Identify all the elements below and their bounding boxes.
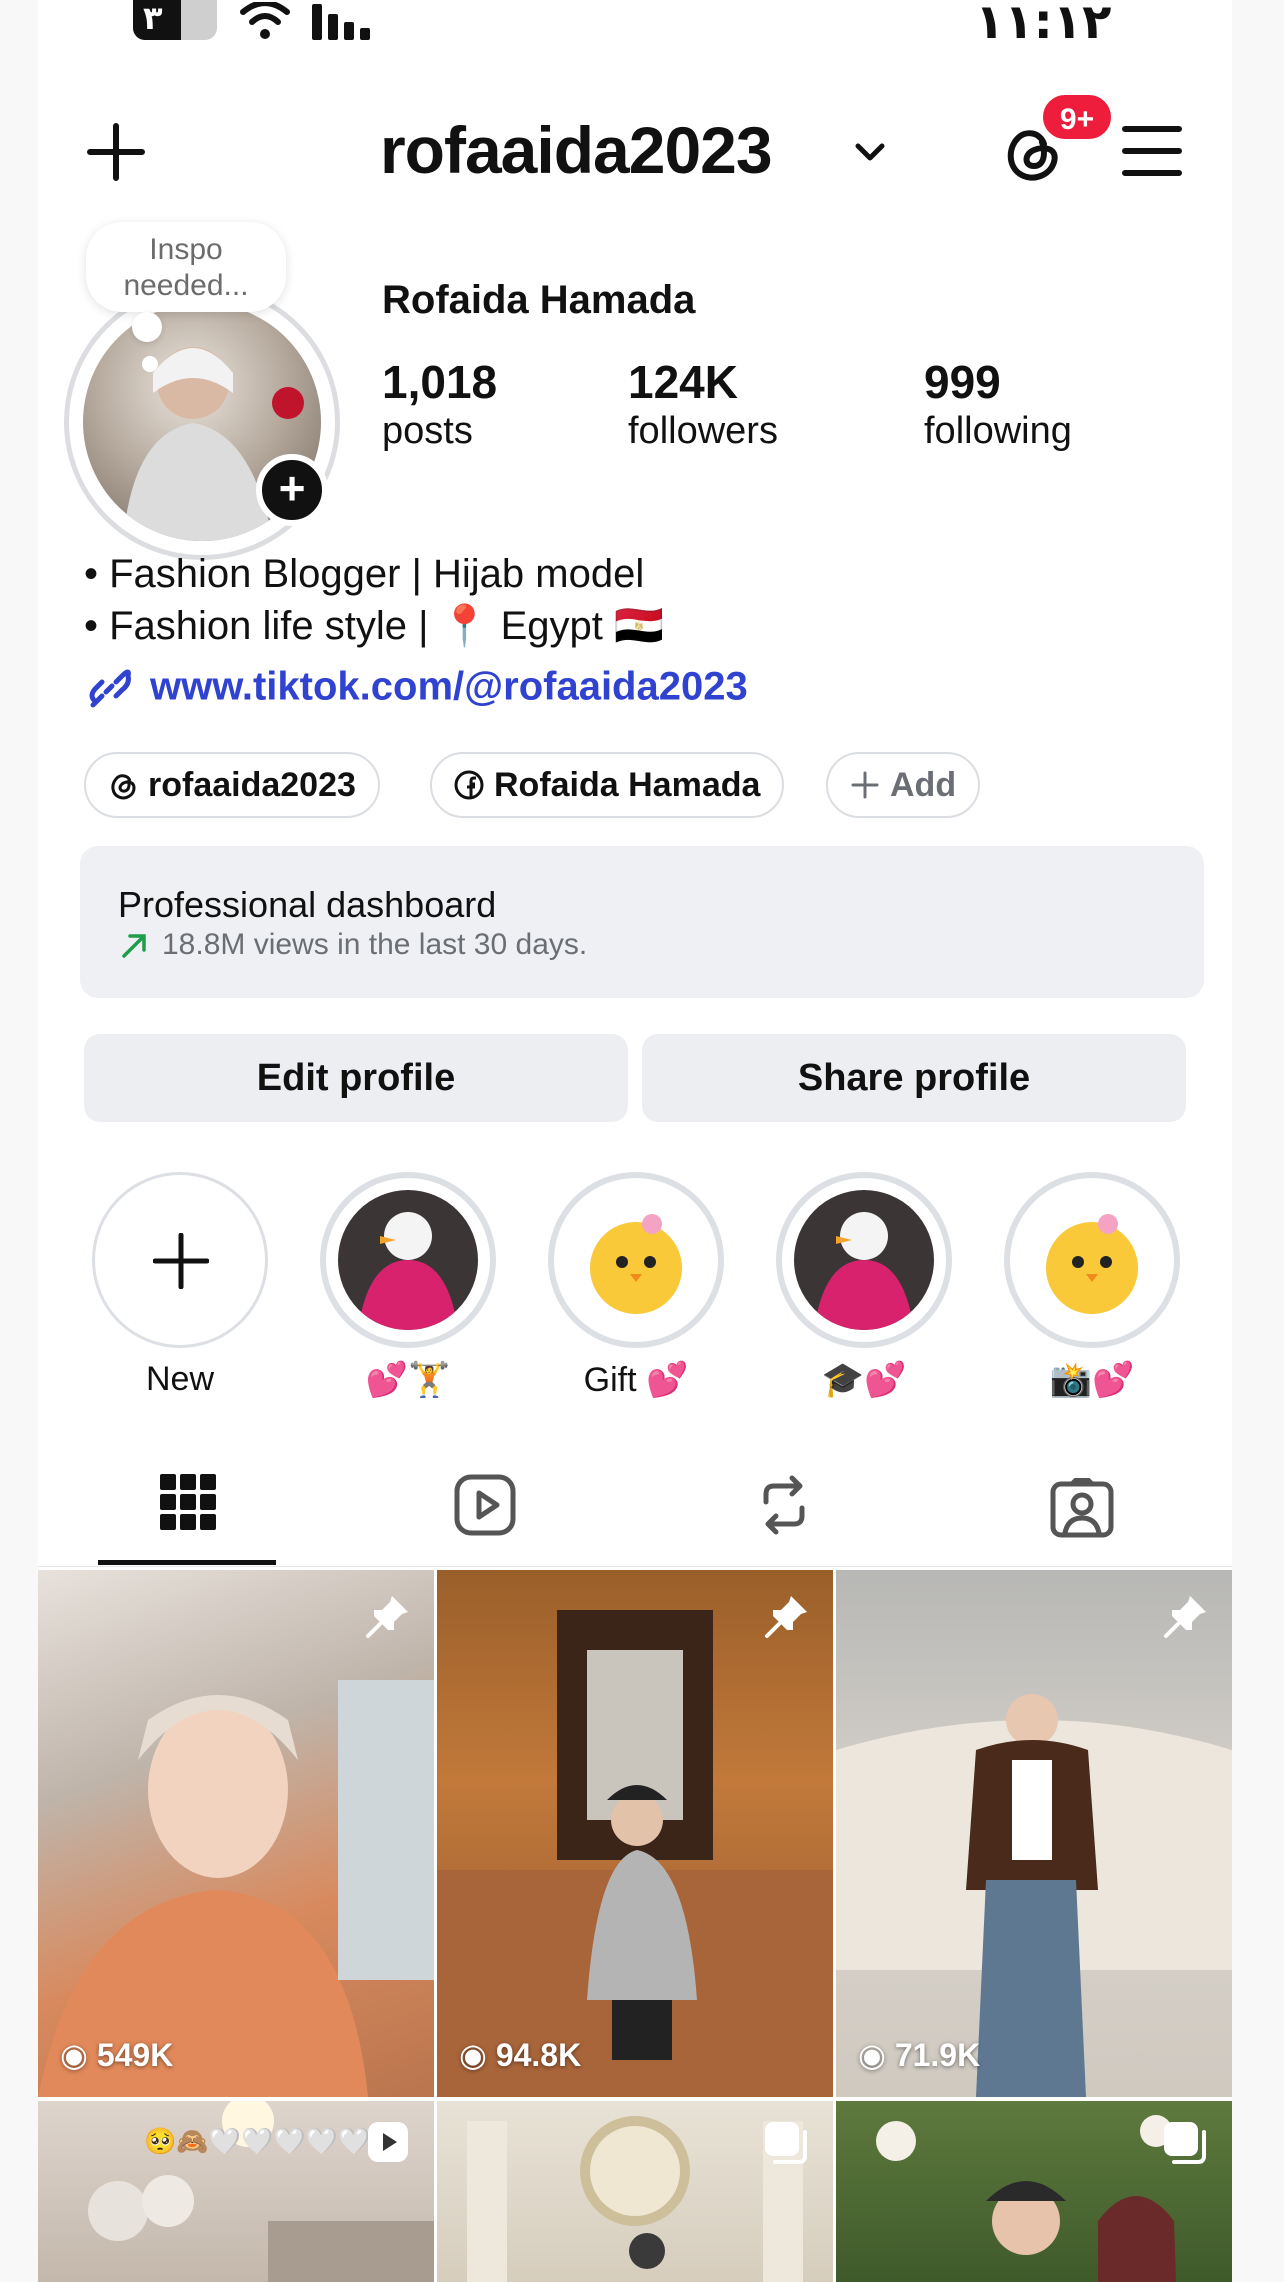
- note-bubble-dot: [132, 312, 162, 342]
- view-count: ◉ 71.9K: [858, 2037, 981, 2073]
- bio-link[interactable]: www.tiktok.com/@rofaaida2023: [84, 664, 748, 714]
- grid-icon[interactable]: [160, 1474, 216, 1530]
- pin-icon: [366, 1596, 408, 1638]
- view-count: ◉ 94.8K: [459, 2037, 582, 2073]
- bio-line-2: • Fashion life style | 📍 Egypt 🇪🇬: [84, 604, 664, 648]
- notification-badge: 9+: [1040, 92, 1114, 142]
- reposts-icon[interactable]: [756, 1472, 812, 1538]
- post-image: [836, 1694, 1232, 2097]
- pin-icon: [1164, 1596, 1206, 1638]
- highlight-label: New: [145, 1360, 215, 1398]
- profile-username[interactable]: rofaaida2023: [380, 110, 773, 190]
- duck-highlight-image: [338, 1190, 478, 1330]
- signal-icon: [312, 4, 370, 40]
- duck-highlight-image: [794, 1190, 934, 1330]
- dashboard-subtitle: 18.8M views in the last 30 days.: [162, 928, 588, 961]
- following-label[interactable]: following: [924, 410, 1072, 453]
- wifi-icon: [240, 2, 290, 39]
- threads-chip[interactable]: rofaaida2023: [84, 752, 380, 818]
- add-story-button[interactable]: +: [256, 454, 328, 526]
- plus-icon: [851, 771, 879, 799]
- following-count[interactable]: 999: [924, 355, 1001, 409]
- new-highlight-button[interactable]: [92, 1172, 268, 1348]
- active-tab-indicator: [98, 1560, 276, 1565]
- tab-divider: [38, 1566, 1232, 1567]
- post-caption: 🥺🙈🤍🤍🤍🤍🤍: [144, 2126, 371, 2156]
- highlight-item[interactable]: [320, 1172, 496, 1348]
- facebook-icon: [454, 770, 484, 800]
- menu-icon[interactable]: [1122, 124, 1182, 178]
- post-thumbnail[interactable]: [437, 1570, 833, 2097]
- highlight-label: Gift 💕: [583, 1361, 689, 1399]
- pin-icon: [765, 1596, 807, 1638]
- edit-profile-button[interactable]: Edit profile: [84, 1034, 628, 1122]
- plus-icon: [153, 1233, 209, 1289]
- highlight-label: 💕🏋️: [365, 1361, 451, 1399]
- display-name: Rofaida Hamada: [382, 278, 696, 322]
- eye-icon: ◉: [60, 2037, 97, 2073]
- facebook-chip[interactable]: Rofaida Hamada: [430, 752, 785, 818]
- carousel-icon: [765, 2122, 807, 2164]
- chick-highlight-image: [566, 1190, 706, 1330]
- post-thumbnail[interactable]: [38, 1570, 434, 2097]
- tagged-icon[interactable]: [1050, 1478, 1114, 1538]
- view-count: ◉ 549K: [60, 2037, 174, 2073]
- eye-icon: ◉: [459, 2037, 496, 2073]
- highlight-item[interactable]: [548, 1172, 724, 1348]
- highlight-label: 🎓💕: [821, 1361, 907, 1399]
- carousel-icon: [1164, 2122, 1206, 2164]
- post-image: [38, 1680, 434, 2097]
- post-thumbnail[interactable]: [836, 1570, 1232, 2097]
- eye-icon: ◉: [858, 2037, 895, 2073]
- reels-icon[interactable]: [454, 1474, 516, 1536]
- highlight-label: 📸💕: [1049, 1361, 1135, 1399]
- followers-label[interactable]: followers: [628, 410, 778, 453]
- create-plus-icon[interactable]: [86, 122, 146, 182]
- posts-label[interactable]: posts: [382, 410, 473, 453]
- post-image: [437, 1610, 833, 2097]
- dashboard-title: Professional dashboard: [118, 884, 497, 925]
- highlight-item[interactable]: [1004, 1172, 1180, 1348]
- note-bubble-dot-small: [142, 356, 158, 372]
- note-bubble[interactable]: Inspo needed...: [86, 222, 286, 312]
- chevron-down-icon[interactable]: [854, 140, 886, 164]
- reel-icon: [368, 2122, 408, 2162]
- battery-icon: ٣: [133, 0, 217, 40]
- chick-highlight-image: [1022, 1190, 1162, 1330]
- link-icon: [89, 669, 131, 708]
- posts-count[interactable]: 1,018: [382, 355, 497, 409]
- trend-up-icon: [122, 934, 146, 958]
- followers-count[interactable]: 124K: [628, 355, 738, 409]
- share-profile-button[interactable]: Share profile: [642, 1034, 1186, 1122]
- highlight-item[interactable]: [776, 1172, 952, 1348]
- bio-line-1: • Fashion Blogger | Hijab model: [84, 552, 645, 596]
- threads-icon: [111, 773, 136, 799]
- add-link-chip[interactable]: Add: [826, 752, 981, 818]
- status-time: ١١:١٢: [975, 0, 1112, 50]
